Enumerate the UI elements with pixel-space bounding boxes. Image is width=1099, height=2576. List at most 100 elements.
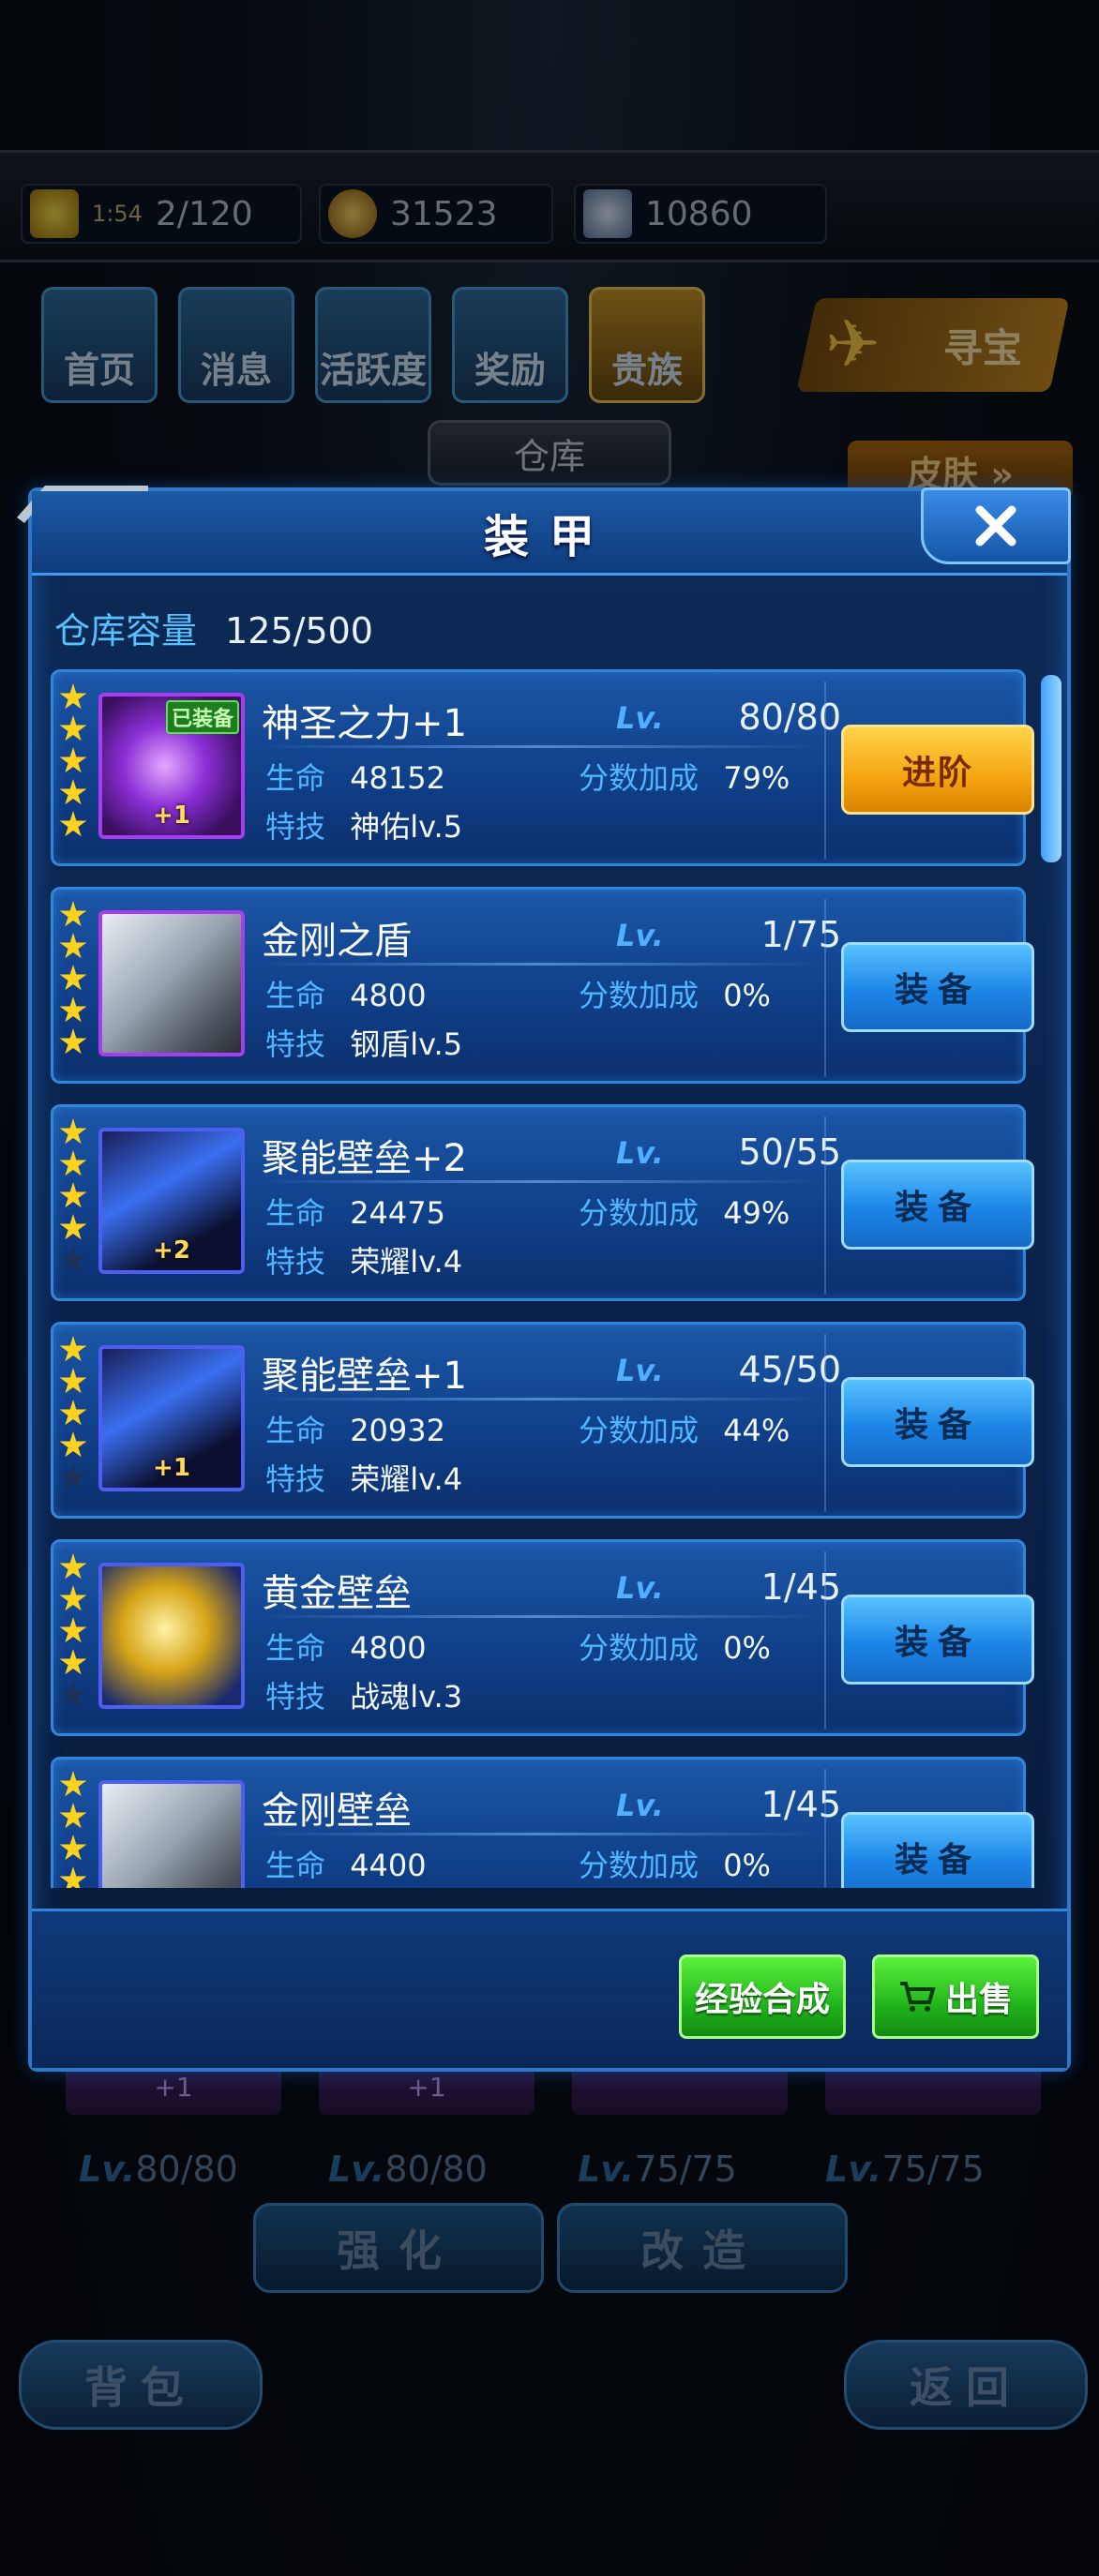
level-value: 1/75 xyxy=(760,914,841,955)
armor-name: 金刚壁垒 xyxy=(262,1790,412,1833)
hp-stat: 生命 24475 xyxy=(265,1190,445,1233)
armor-name: 黄金壁垒 xyxy=(262,1572,412,1615)
sell-button[interactable]: 出售 xyxy=(872,1954,1039,2039)
star-icon xyxy=(59,715,87,741)
cart-icon xyxy=(899,1982,936,2012)
star-icon xyxy=(59,1463,87,1490)
skill-value: 钢盾lv.5 xyxy=(350,1026,463,1062)
score-value: 0% xyxy=(723,1630,771,1666)
advance-button[interactable]: 进阶 xyxy=(841,725,1034,815)
modal-footer: 经验合成 出售 xyxy=(32,1909,1067,2068)
equip-button[interactable]: 装备 xyxy=(841,1595,1034,1685)
armor-item[interactable]: 黄金壁垒 Lv. 1/45 生命 4800 分数加成 0% 特技 战魂lv.3 … xyxy=(51,1539,1034,1736)
armor-thumbnail[interactable]: +1 xyxy=(98,1345,245,1491)
star-icon xyxy=(59,901,87,927)
score-value: 0% xyxy=(723,978,771,1013)
armor-name: 金刚之盾 xyxy=(262,920,412,963)
armor-thumbnail[interactable] xyxy=(98,910,245,1056)
armor-modal: 装甲 仓库容量 125/500 已装备 +1 神圣之力+1 Lv. 80/80 … xyxy=(17,486,1071,2072)
star-icon xyxy=(59,1431,87,1458)
row-divider xyxy=(824,1769,826,1888)
score-label: 分数加成 xyxy=(579,1195,700,1231)
star-rating xyxy=(59,901,91,1056)
skill-stat: 特技 荣耀lv.4 xyxy=(265,1456,462,1499)
capacity-label: 仓库容量 xyxy=(54,610,198,651)
hp-label: 生命 xyxy=(265,760,326,796)
equip-button[interactable]: 装备 xyxy=(841,1812,1034,1888)
armor-item[interactable]: 已装备 +1 神圣之力+1 Lv. 80/80 生命 48152 分数加成 79… xyxy=(51,669,1034,866)
armor-item[interactable]: +2 聚能壁垒+2 Lv. 50/55 生命 24475 分数加成 49% 特技… xyxy=(51,1104,1034,1301)
level-value: 1/45 xyxy=(760,1566,841,1608)
equip-button[interactable]: 装备 xyxy=(841,1377,1034,1467)
star-rating xyxy=(59,1336,91,1491)
armor-item[interactable]: 金刚壁垒 Lv. 1/45 生命 4400 分数加成 0% 特技 钢盾lv.3 … xyxy=(51,1757,1034,1888)
star-icon xyxy=(59,1246,87,1272)
skill-label: 特技 xyxy=(265,1026,326,1062)
star-icon xyxy=(59,1336,87,1362)
armor-level: Lv. 50/55 xyxy=(616,1131,841,1173)
armor-level: Lv. 45/50 xyxy=(616,1349,841,1390)
score-label: 分数加成 xyxy=(579,1630,700,1666)
equip-button[interactable]: 装备 xyxy=(841,1160,1034,1250)
star-icon xyxy=(59,1150,87,1176)
score-label: 分数加成 xyxy=(579,1848,700,1883)
skill-stat: 特技 神佑lv.5 xyxy=(265,803,462,846)
star-rating xyxy=(59,1118,91,1274)
score-bonus: 分数加成 0% xyxy=(579,1842,771,1885)
close-icon xyxy=(975,505,1016,547)
enhance-tag: +1 xyxy=(153,801,190,830)
armor-item[interactable]: +1 聚能壁垒+1 Lv. 45/50 生命 20932 分数加成 44% 特技… xyxy=(51,1322,1034,1519)
armor-item[interactable]: 金刚之盾 Lv. 1/75 生命 4800 分数加成 0% 特技 钢盾lv.5 … xyxy=(51,887,1034,1084)
exp-merge-button[interactable]: 经验合成 xyxy=(679,1954,846,2039)
lv-prefix: Lv. xyxy=(616,918,664,953)
divider-line xyxy=(258,1833,820,1835)
armor-name: 聚能壁垒+2 xyxy=(262,1137,467,1180)
armor-level: Lv. 80/80 xyxy=(616,696,841,738)
armor-name: 神圣之力+1 xyxy=(262,702,467,745)
star-icon xyxy=(59,1553,87,1580)
star-rating xyxy=(59,1553,91,1709)
close-button[interactable] xyxy=(921,487,1071,564)
hp-label: 生命 xyxy=(265,1848,326,1883)
list-scrollbar[interactable] xyxy=(1041,675,1061,862)
star-icon xyxy=(59,1835,87,1861)
row-divider xyxy=(824,1551,826,1730)
score-bonus: 分数加成 49% xyxy=(579,1190,790,1233)
skill-stat: 特技 荣耀lv.4 xyxy=(265,1238,462,1281)
armor-thumbnail[interactable] xyxy=(98,1563,245,1709)
armor-thumbnail[interactable]: 已装备 +1 xyxy=(98,693,245,839)
capacity-value: 125/500 xyxy=(225,610,373,651)
skill-value: 神佑lv.5 xyxy=(350,809,463,845)
lv-prefix: Lv. xyxy=(616,1353,664,1388)
row-divider xyxy=(824,681,826,860)
score-label: 分数加成 xyxy=(579,978,700,1013)
armor-list[interactable]: 已装备 +1 神圣之力+1 Lv. 80/80 生命 48152 分数加成 79… xyxy=(51,669,1052,1888)
skill-stat: 特技 战魂lv.3 xyxy=(265,1673,462,1716)
star-icon xyxy=(59,1400,87,1426)
star-rating xyxy=(59,683,91,839)
armor-thumbnail[interactable] xyxy=(98,1780,245,1888)
hp-label: 生命 xyxy=(265,1195,326,1231)
skill-label: 特技 xyxy=(265,809,326,845)
level-value: 1/45 xyxy=(760,1784,841,1825)
armor-art-icon xyxy=(102,1784,241,1888)
score-bonus: 分数加成 44% xyxy=(579,1407,790,1450)
star-icon xyxy=(59,1866,87,1888)
armor-thumbnail[interactable]: +2 xyxy=(98,1128,245,1274)
sell-label: 出售 xyxy=(944,1981,1013,2019)
star-icon xyxy=(59,933,87,959)
skill-value: 荣耀lv.4 xyxy=(350,1461,463,1497)
star-icon xyxy=(59,1118,87,1145)
divider-line xyxy=(258,745,820,748)
lv-prefix: Lv. xyxy=(616,700,664,736)
equip-button[interactable]: 装备 xyxy=(841,942,1034,1032)
star-icon xyxy=(59,1649,87,1675)
hp-value: 4400 xyxy=(350,1848,427,1883)
star-icon xyxy=(59,1368,87,1394)
hp-stat: 生命 4400 xyxy=(265,1842,427,1885)
star-icon xyxy=(59,1182,87,1208)
star-icon xyxy=(59,996,87,1023)
score-bonus: 分数加成 0% xyxy=(579,1625,771,1668)
star-icon xyxy=(59,1771,87,1797)
skill-label: 特技 xyxy=(265,1679,326,1715)
